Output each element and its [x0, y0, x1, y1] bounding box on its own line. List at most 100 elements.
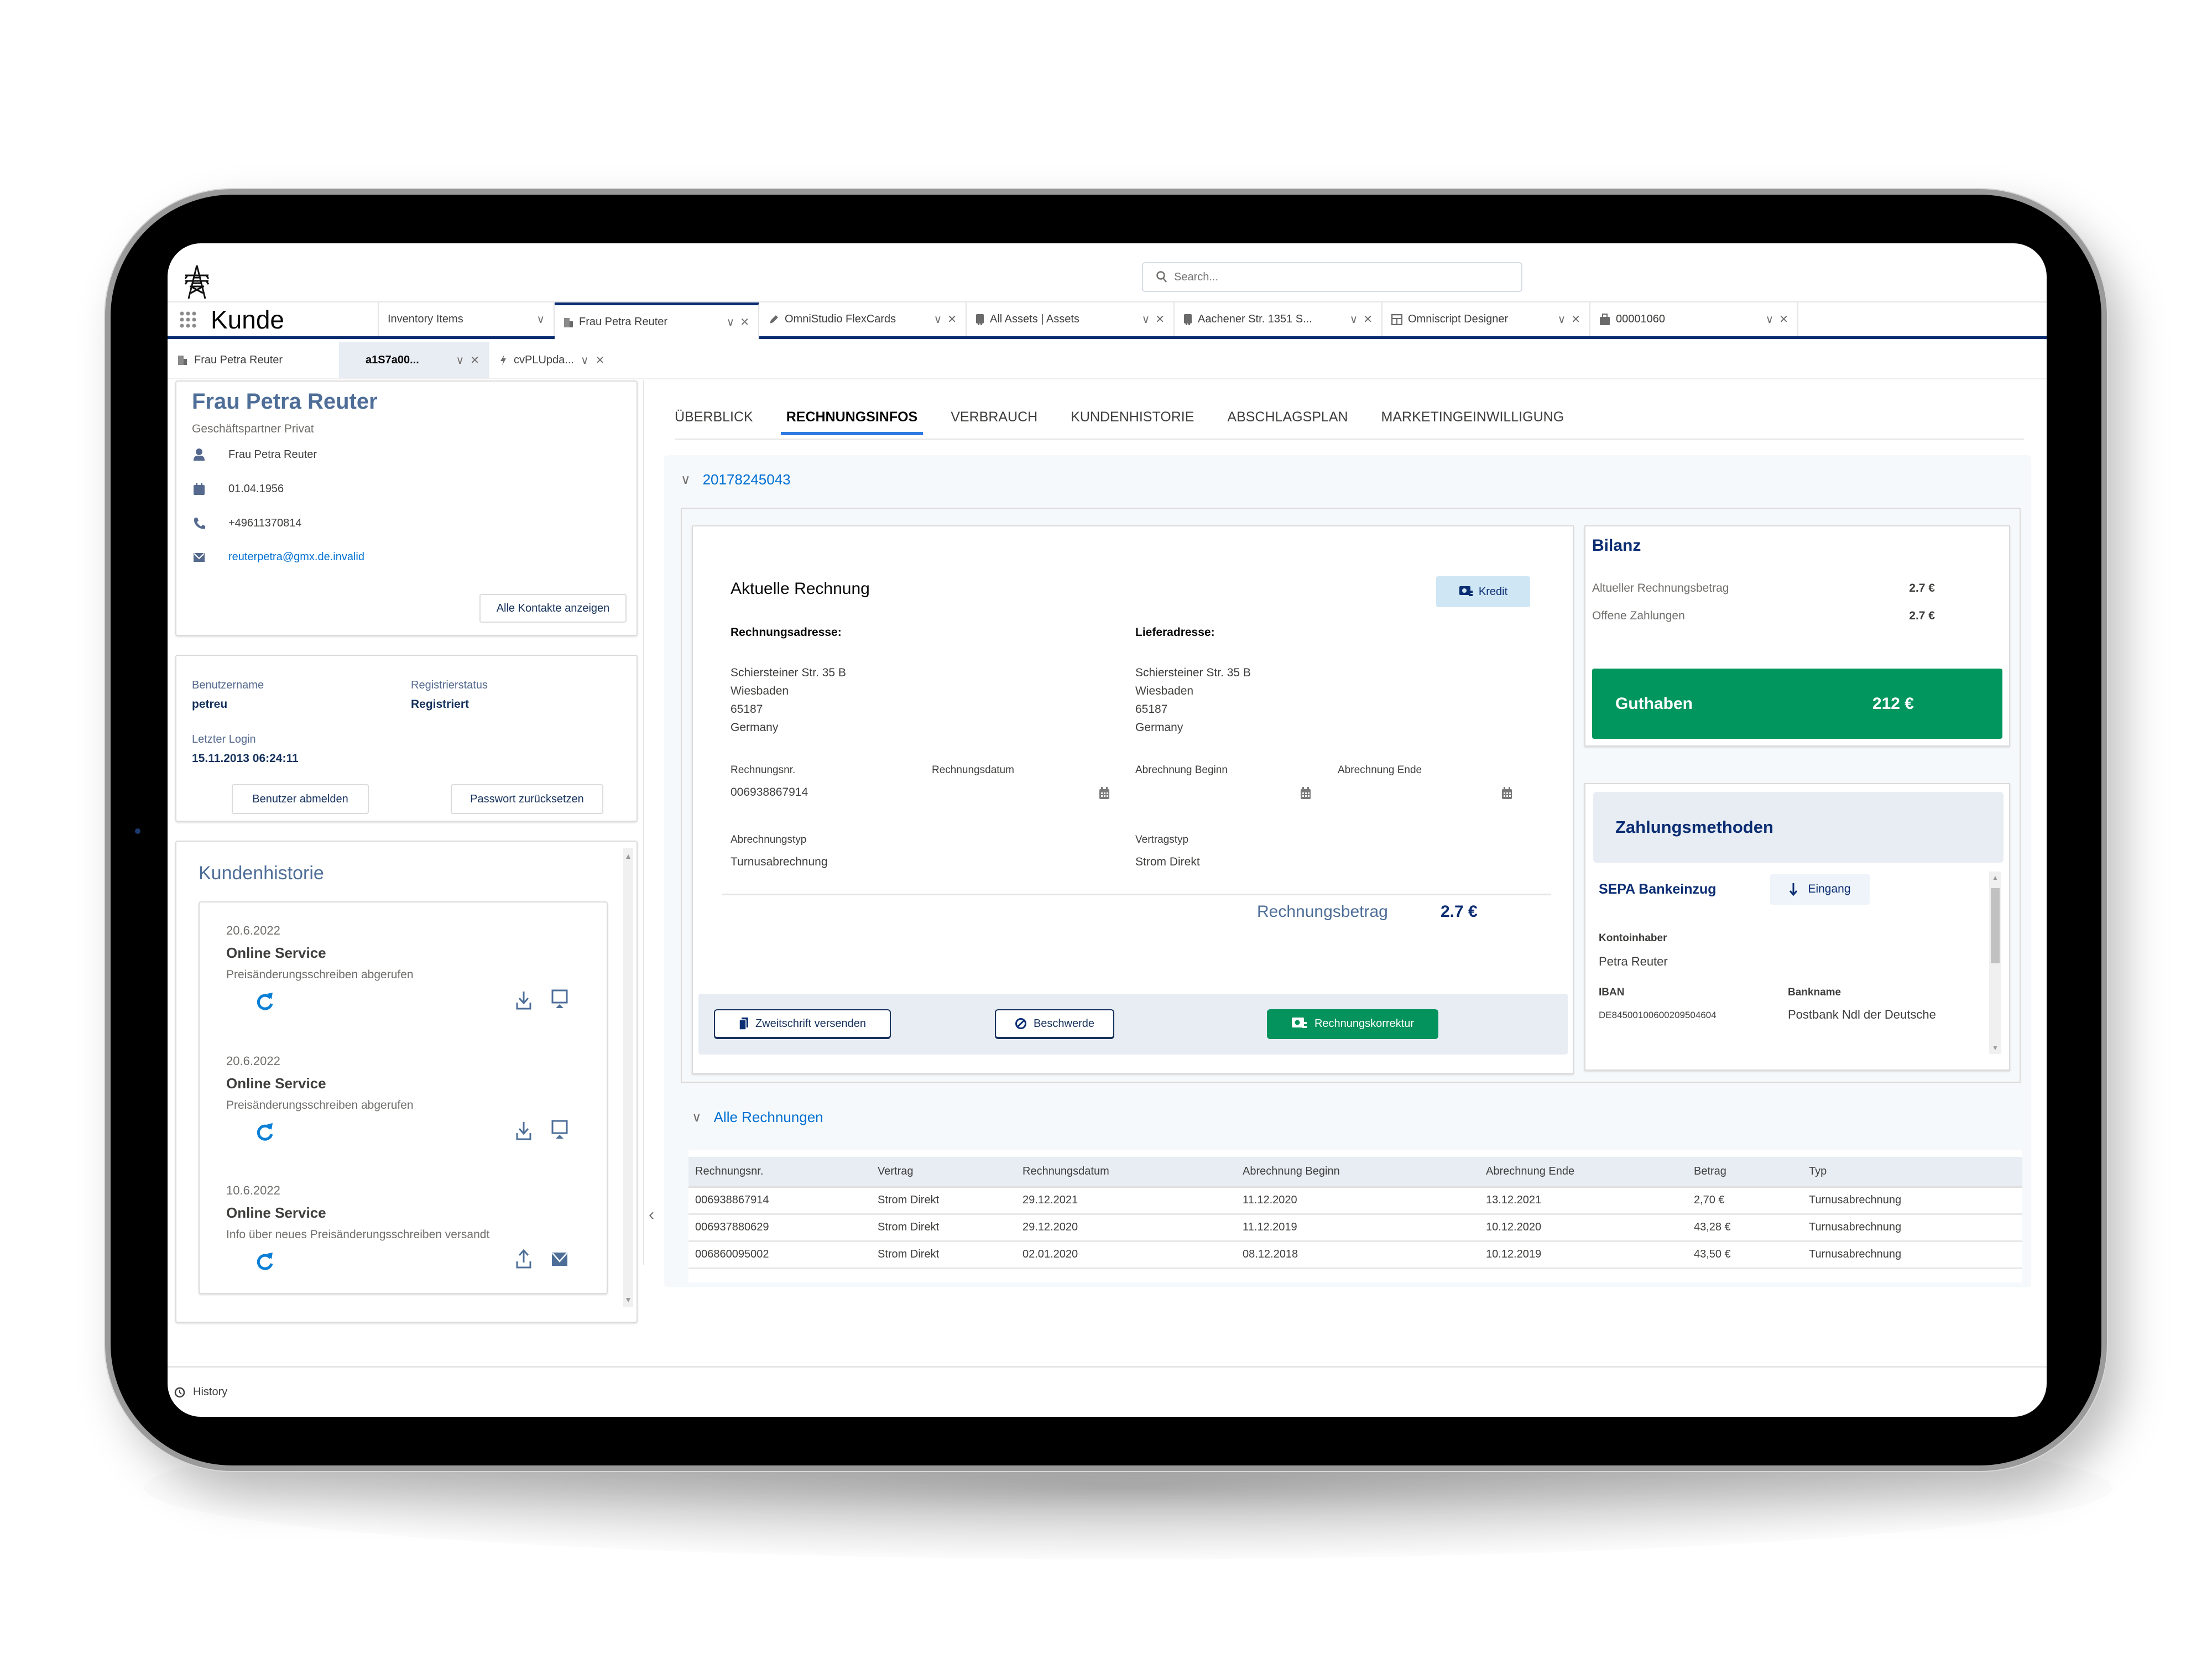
chevron-down-icon[interactable]: ∨: [581, 353, 589, 367]
tab-marketingeinwilligung[interactable]: MARKETINGEINWILLIGUNG: [1365, 409, 1581, 435]
last-login-label: Letzter Login: [192, 733, 256, 745]
all-contacts-button[interactable]: Alle Kontakte anzeigen: [479, 594, 627, 623]
customer-history-title: Kundenhistorie: [199, 863, 324, 884]
history-date: 20.6.2022: [226, 924, 280, 937]
cell-amount: 43,28 €: [1687, 1214, 1802, 1242]
tab-omnistudio-flexcards[interactable]: OmniStudio FlexCards ∨ ✕: [759, 302, 967, 336]
payment-scrollbar[interactable]: ▲ ▼: [1989, 872, 2001, 1054]
close-icon[interactable]: ✕: [1779, 312, 1788, 326]
column-header[interactable]: Rechnungsdatum: [1016, 1157, 1236, 1188]
column-header[interactable]: Betrag: [1687, 1157, 1802, 1188]
search-input[interactable]: [1174, 270, 1506, 284]
incoming-button[interactable]: Eingang: [1770, 874, 1870, 905]
logout-user-button[interactable]: Benutzer abmelden: [232, 784, 369, 814]
global-search[interactable]: [1142, 262, 1522, 292]
download-icon[interactable]: [516, 1121, 531, 1141]
scrollbar-thumb[interactable]: [1991, 888, 2000, 963]
kredit-button[interactable]: Kredit: [1436, 576, 1530, 607]
close-icon[interactable]: ✕: [470, 354, 479, 367]
tab-aachener-str[interactable]: Aachener Str. 1351 S... ∨ ✕: [1175, 302, 1383, 336]
refresh-icon[interactable]: [255, 990, 275, 1013]
tab-ueberblick[interactable]: ÜBERBLICK: [675, 409, 770, 435]
close-icon[interactable]: ✕: [1155, 312, 1165, 326]
close-icon[interactable]: ✕: [1363, 312, 1373, 326]
table-row[interactable]: 006937880629 Strom Direkt 29.12.2020 11.…: [688, 1214, 2022, 1242]
app-launcher-button[interactable]: [168, 302, 201, 336]
chevron-down-icon[interactable]: ∨: [1142, 312, 1150, 326]
close-icon[interactable]: ✕: [596, 353, 605, 367]
balance-current-value: 2.7 €: [1909, 582, 1935, 594]
all-invoices-title[interactable]: Alle Rechnungen: [714, 1109, 823, 1126]
tab-inventory-items[interactable]: Inventory Items ∨: [378, 302, 555, 336]
column-header[interactable]: Typ: [1802, 1157, 2022, 1188]
refresh-icon[interactable]: [255, 1250, 275, 1272]
period-start-label: Abrechnung Beginn: [1135, 764, 1228, 776]
desktop-icon: [551, 1120, 568, 1141]
all-invoices-accordion-header[interactable]: ∨ Alle Rechnungen: [692, 1109, 823, 1126]
tab-rechnungsinfos[interactable]: RECHNUNGSINFOS: [770, 409, 935, 435]
tab-kundenhistorie[interactable]: KUNDENHISTORIE: [1054, 409, 1211, 435]
chevron-down-icon[interactable]: ∨: [1766, 312, 1774, 326]
chevron-down-icon[interactable]: ∨: [1350, 312, 1358, 326]
scroll-down-arrow[interactable]: ▼: [1989, 1044, 2001, 1052]
contact-phone-row: +49611370814: [192, 517, 302, 530]
tab-all-assets[interactable]: All Assets | Assets ∨ ✕: [967, 302, 1175, 336]
refresh-icon[interactable]: [255, 1121, 275, 1143]
scroll-down-arrow[interactable]: ▼: [623, 1295, 633, 1304]
history-utility-button[interactable]: History: [193, 1386, 227, 1399]
tab-abschlagsplan[interactable]: ABSCHLAGSPLAN: [1211, 409, 1364, 435]
contact-phone[interactable]: +49611370814: [228, 517, 302, 530]
tab-frau-petra-reuter[interactable]: Frau Petra Reuter ∨ ✕: [555, 302, 759, 339]
complaint-button[interactable]: Beschwerde: [995, 1009, 1114, 1039]
subtab-frau-petra-reuter[interactable]: Frau Petra Reuter: [168, 342, 339, 378]
delivery-address-label: Lieferadresse:: [1135, 626, 1215, 639]
history-scrollbar[interactable]: ▲ ▼: [623, 848, 633, 1307]
close-icon[interactable]: ✕: [947, 312, 957, 326]
history-description: Preisänderungsschreiben abgerufen: [226, 1099, 414, 1112]
history-item: 10.6.2022 Online Service Info über neues…: [226, 1183, 580, 1279]
download-icon[interactable]: [516, 990, 531, 1010]
subtab-record[interactable]: a1S7a00... ∨ ✕: [339, 342, 489, 378]
chevron-down-icon[interactable]: ∨: [536, 312, 545, 326]
credit-value: 212 €: [1872, 694, 1914, 713]
tab-omniscript-designer[interactable]: Omniscript Designer ∨ ✕: [1383, 302, 1590, 336]
chevron-down-icon[interactable]: ∨: [934, 312, 942, 326]
calendar-icon[interactable]: [1300, 786, 1311, 800]
column-header[interactable]: Abrechnung Beginn: [1236, 1157, 1479, 1188]
chevron-down-icon[interactable]: ∨: [456, 354, 464, 367]
close-icon[interactable]: ✕: [1571, 312, 1580, 326]
calendar-icon[interactable]: [1501, 786, 1512, 800]
calendar-icon[interactable]: [1099, 786, 1110, 800]
navigation-bar: Kunde Inventory Items ∨ Frau Petra Reute…: [168, 301, 2047, 339]
close-icon[interactable]: ✕: [740, 315, 749, 329]
chevron-down-icon[interactable]: ∨: [727, 315, 735, 329]
cell-period-start: 08.12.2018: [1236, 1241, 1479, 1269]
tab-case-00001060[interactable]: 00001060 ∨ ✕: [1590, 302, 1798, 336]
contract-type-label: Vertragstyp: [1135, 834, 1189, 846]
tab-verbrauch[interactable]: VERBRAUCH: [934, 409, 1054, 435]
invoice-correction-button[interactable]: Rechnungskorrektur: [1267, 1009, 1438, 1039]
column-header[interactable]: Rechnungsnr.: [688, 1157, 871, 1188]
kredit-label: Kredit: [1478, 585, 1508, 598]
period-start-picker[interactable]: [1300, 786, 1311, 800]
table-row[interactable]: 006938867914 Strom Direkt 29.12.2021 11.…: [688, 1187, 2022, 1215]
subtab-cvplupdate[interactable]: cvPLUpda... ∨ ✕: [489, 342, 633, 378]
chevron-down-icon[interactable]: ∨: [1558, 312, 1566, 326]
send-duplicate-button[interactable]: Zweitschrift versenden: [714, 1009, 891, 1039]
scroll-up-arrow[interactable]: ▲: [1989, 874, 2001, 881]
cell-invoice-date: 29.12.2021: [1016, 1187, 1236, 1215]
table-row[interactable]: 006860095002 Strom Direkt 02.01.2020 08.…: [688, 1241, 2022, 1269]
contract-accordion-header[interactable]: ∨ 20178245043: [681, 471, 791, 488]
contact-email-link[interactable]: reuterpetra@gmx.de.invalid: [228, 551, 364, 564]
column-header[interactable]: Vertrag: [871, 1157, 1016, 1188]
scroll-up-arrow[interactable]: ▲: [623, 852, 633, 860]
column-header[interactable]: Abrechnung Ende: [1479, 1157, 1687, 1188]
upload-icon[interactable]: [516, 1249, 531, 1269]
contract-number[interactable]: 20178245043: [703, 471, 791, 488]
reset-password-button[interactable]: Passwort zurücksetzen: [451, 784, 603, 814]
layout-icon: [1391, 314, 1402, 325]
collapse-sidebar-chevron-left-icon[interactable]: ‹: [649, 1206, 654, 1224]
invoice-correction-label: Rechnungskorrektur: [1314, 1017, 1415, 1030]
period-end-picker[interactable]: [1501, 786, 1512, 800]
invoice-date-picker[interactable]: [1099, 786, 1110, 800]
